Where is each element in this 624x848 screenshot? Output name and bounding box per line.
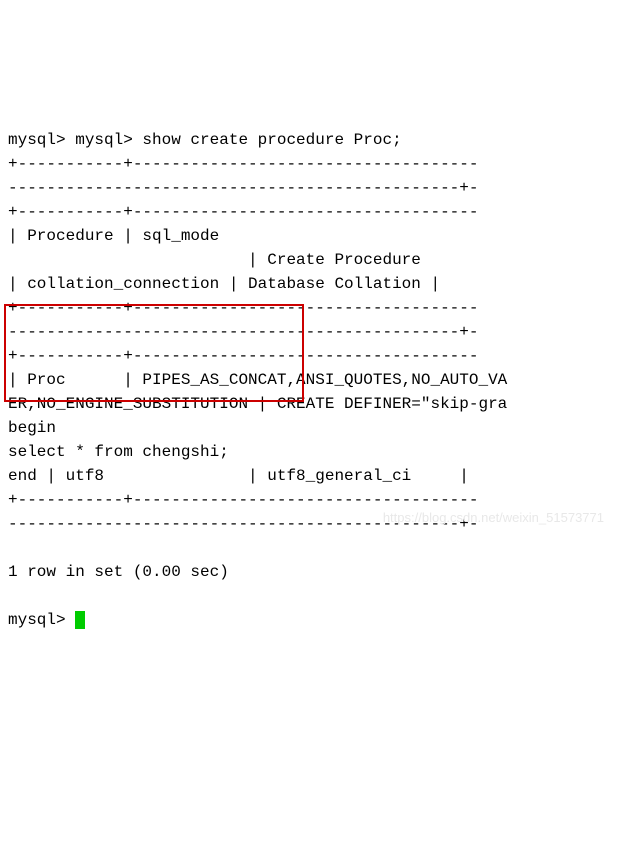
terminal-output: mysql> mysql> show create procedure Proc… [8,104,616,632]
separator-line: +-----------+---------------------------… [8,203,478,221]
cursor[interactable] [75,611,85,629]
separator-line: +-----------+---------------------------… [8,299,478,317]
watermark-text: https://blog.csdn.net/weixin_51573771 [383,508,604,528]
result-summary: 1 row in set (0.00 sec) [8,563,229,581]
prompt-line: mysql> mysql> show create procedure Proc… [8,131,402,149]
data-end-row: end | utf8 | utf8_general_ci | [8,467,469,485]
data-begin-row: begin [8,419,56,437]
data-proc-row: | Proc | PIPES_AS_CONCAT,ANSI_QUOTES,NO_… [8,371,507,389]
separator-line: ----------------------------------------… [8,179,478,197]
separator-line: +-----------+---------------------------… [8,491,478,509]
header-create-procedure: | Create Procedure [8,251,421,269]
header-collation: | collation_connection | Database Collat… [8,275,440,293]
separator-line: +-----------+---------------------------… [8,347,478,365]
data-select-row: select * from chengshi; [8,443,229,461]
data-engine-row: ER,NO_ENGINE_SUBSTITUTION | CREATE DEFIN… [8,395,507,413]
prompt-line[interactable]: mysql> [8,611,85,629]
header-procedure: | Procedure | sql_mode [8,227,219,245]
prompt-text: mysql> [8,611,75,629]
separator-line: +-----------+---------------------------… [8,155,478,173]
separator-line: ----------------------------------------… [8,323,478,341]
